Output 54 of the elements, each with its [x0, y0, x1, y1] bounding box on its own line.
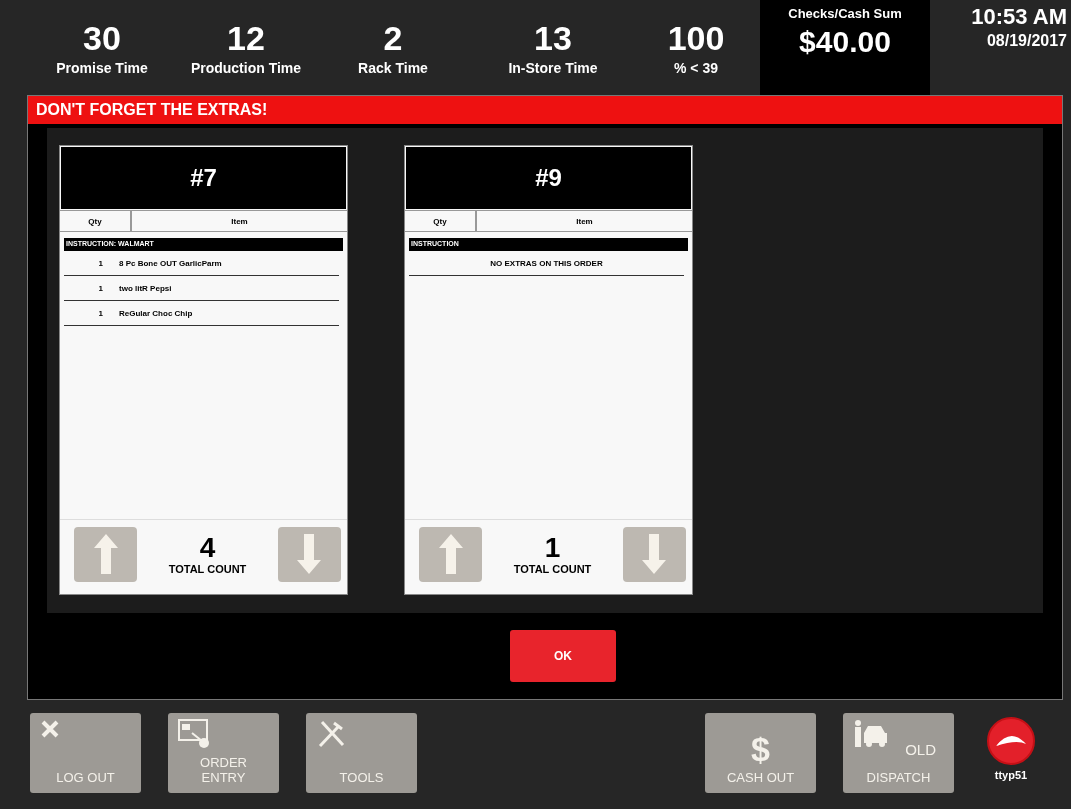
touch-screen-icon	[178, 719, 212, 749]
item-name: 8 Pc Bone OUT GarlicParm	[119, 258, 222, 268]
dollar-icon: $	[751, 732, 770, 766]
order-number: #7	[61, 147, 346, 209]
tools-icon	[316, 719, 346, 749]
metric-label: In-Store Time	[508, 59, 598, 76]
metric-value: 2	[383, 19, 403, 56]
metric-value: 30	[83, 19, 121, 56]
item-name: two litR Pepsi	[119, 283, 172, 293]
dispatch-button[interactable]: OLD DISPATCH	[843, 713, 954, 793]
ok-button[interactable]: OK	[510, 630, 616, 682]
arrow-up-icon	[93, 534, 118, 574]
order-entry-button[interactable]: ORDER ENTRY	[168, 713, 279, 793]
column-header: Qty	[405, 211, 477, 231]
clock-time: 10:53 AM	[971, 4, 1067, 30]
driver-car-icon	[853, 719, 889, 749]
scroll-up-button[interactable]	[419, 526, 482, 582]
column-header: Item	[230, 215, 249, 228]
metric-value: 13	[534, 19, 572, 56]
cash-sum-value: $40.00	[799, 25, 891, 59]
metric-label: Rack Time	[358, 59, 428, 76]
metric-label: Promise Time	[56, 59, 148, 76]
scroll-down-button[interactable]	[278, 526, 341, 582]
metric-value: 100	[667, 19, 725, 56]
cash-sum-label: Checks/Cash Sum	[788, 6, 902, 21]
tools-button[interactable]: TOOLS	[306, 713, 417, 793]
arrow-down-icon	[642, 534, 667, 574]
cash-out-button[interactable]: $ CASH OUT	[705, 713, 816, 793]
order-number: #9	[406, 147, 691, 209]
arrow-up-icon	[438, 534, 463, 574]
close-icon	[40, 719, 60, 739]
total-count-value: 1	[544, 533, 561, 563]
metric-label: Production Time	[190, 59, 302, 76]
arrow-down-icon	[297, 534, 322, 574]
total-count-label: TOTAL COUNT	[513, 563, 592, 575]
metric-label: % < 39	[674, 59, 718, 76]
roof-logo-icon	[987, 717, 1035, 765]
total-count-value: 4	[199, 533, 216, 563]
old-tag: OLD	[905, 741, 936, 758]
item-qty: 1	[97, 258, 104, 268]
terminal-name: ttyp51	[994, 769, 1028, 781]
order-message: NO EXTRAS ON THIS ORDER	[490, 258, 603, 268]
scroll-up-button[interactable]	[74, 526, 137, 582]
column-header: Qty	[60, 211, 132, 231]
column-header: Item	[575, 215, 594, 228]
metric-value: 12	[227, 19, 265, 56]
log-out-button[interactable]: LOG OUT	[30, 713, 141, 793]
total-count-label: TOTAL COUNT	[168, 563, 247, 575]
item-qty: 1	[97, 283, 104, 293]
dialog-title: DON'T FORGET THE EXTRAS!	[28, 96, 1062, 124]
item-qty: 1	[97, 308, 104, 318]
clock-date: 08/19/2017	[986, 32, 1067, 50]
item-name: ReGular Choc Chip	[119, 308, 193, 318]
scroll-down-button[interactable]	[623, 526, 686, 582]
